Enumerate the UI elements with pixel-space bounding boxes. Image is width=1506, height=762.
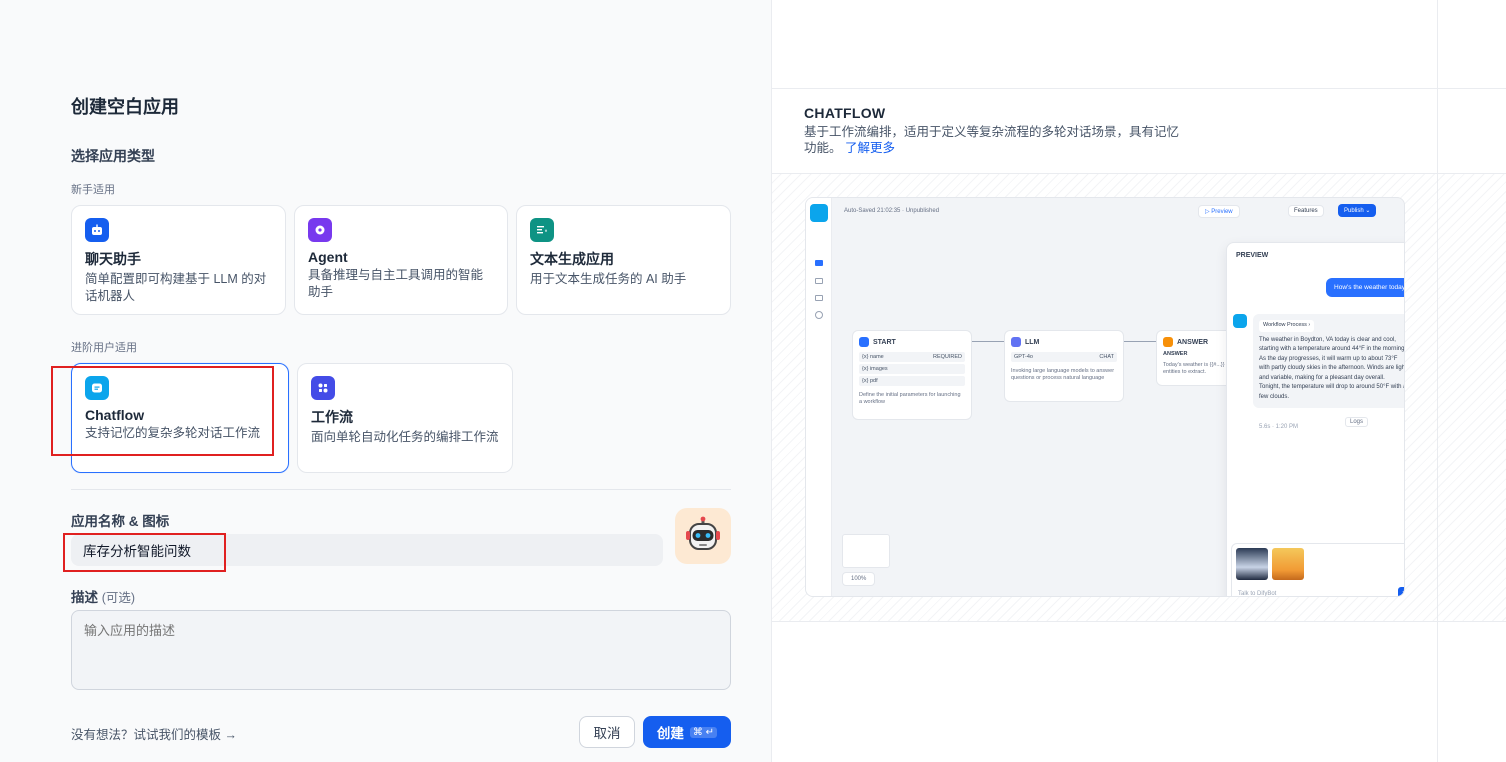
desc-label-text: 描述: [71, 590, 98, 605]
mock-nav-icon: [815, 278, 823, 284]
mock-minimap: [842, 534, 890, 568]
app-type-card-chatbot[interactable]: 聊天助手 简单配置即可构建基于 LLM 的对话机器人: [71, 205, 286, 315]
logs-button: Logs: [1345, 417, 1369, 427]
mock-bot-avatar: [1233, 314, 1247, 328]
app-name-label: 应用名称 & 图标: [71, 514, 170, 529]
node-desc: Invoking large language models to answer…: [1011, 368, 1115, 381]
node-desc: Today's weather is {{#...}} entities to …: [1163, 362, 1225, 375]
node-var-row: {x} images: [859, 364, 965, 374]
mock-nav-icon: [815, 295, 823, 301]
mock-start-node: START {x} name REQUIRED {x} images {x} pd…: [852, 330, 972, 420]
app-type-card-chatflow[interactable]: Chatflow 支持记忆的复杂多轮对话工作流: [71, 363, 289, 473]
desc-label: 描述 (可选): [71, 586, 135, 606]
node-model-row: GPT-4o CHAT: [1011, 352, 1117, 362]
beginner-label: 新手适用: [71, 184, 115, 196]
robot-avatar-icon: [686, 516, 720, 550]
workflow-process-tag: Workflow Process ›: [1259, 320, 1315, 332]
app-type-desc: 具备推理与自主工具调用的智能助手: [308, 268, 484, 299]
mock-features-button: Features: [1288, 205, 1324, 217]
learn-more-link[interactable]: 了解更多: [845, 141, 895, 155]
create-app-form: 创建空白应用 选择应用类型 新手适用 聊天助手 简单配置即可构建基于 LLM 的…: [0, 0, 771, 762]
app-type-card-agent[interactable]: Agent 具备推理与自主工具调用的智能助手: [294, 205, 508, 315]
node-desc: Define the initial parameters for launch…: [859, 392, 961, 405]
app-type-name: Chatflow: [85, 407, 145, 423]
mock-chat-input: Talk to DifyBot ➤: [1231, 543, 1404, 597]
node-var: {x} pdf: [862, 378, 878, 384]
mock-user-message: How's the weather today: [1326, 278, 1404, 297]
cancel-button[interactable]: 取消: [579, 716, 635, 748]
app-type-desc: 面向单轮自动化任务的编排工作流: [311, 430, 499, 444]
grid-line: [772, 88, 1506, 89]
template-link[interactable]: 没有想法？试试我们的模板 →: [71, 724, 237, 743]
grid-line: [772, 621, 1506, 622]
chatflow-icon: [85, 376, 109, 400]
mock-nav-icon: [815, 260, 823, 266]
app-type-name: Agent: [308, 249, 348, 265]
mock-answer-node: ANSWER ANSWER Today's weather is {{#...}…: [1156, 330, 1236, 386]
home-icon: [859, 337, 869, 347]
divider: [71, 489, 731, 490]
app-name-input[interactable]: [71, 534, 663, 566]
dialog-title: 创建空白应用: [71, 97, 179, 117]
text-gen-icon: [530, 218, 554, 242]
node-title: LLM: [1025, 338, 1040, 346]
node-label: ANSWER: [1163, 351, 1188, 357]
app-icon-picker[interactable]: [675, 508, 731, 564]
advanced-label: 进阶用户适用: [71, 342, 137, 354]
edge: [1124, 341, 1156, 342]
attachment-image: [1236, 548, 1268, 580]
preview-type-desc: 基于工作流编排，适用于定义等复杂流程的多轮对话场景，具有记忆功能。 了解更多: [804, 124, 1184, 156]
bot-message-text: The weather in Boydton, VA today is clea…: [1259, 336, 1405, 400]
app-type-card-workflow[interactable]: 工作流 面向单轮自动化任务的编排工作流: [297, 363, 513, 473]
create-button-label: 创建: [656, 726, 684, 741]
mock-sidebar: [806, 198, 832, 596]
chat-bot-icon: [85, 218, 109, 242]
app-type-name: 工作流: [311, 409, 353, 425]
node-model: GPT-4o: [1014, 354, 1033, 360]
app-type-name: 文本生成应用: [530, 251, 614, 267]
node-var-row: {x} pdf: [859, 376, 965, 386]
app-type-name: 聊天助手: [85, 251, 141, 267]
mock-preview-button: ▷ Preview: [1198, 205, 1240, 218]
app-type-card-text-generator[interactable]: 文本生成应用 用于文本生成任务的 AI 助手: [516, 205, 731, 315]
create-shortcut: ⌘ ↵: [689, 726, 718, 738]
preview-title: PREVIEW: [1236, 252, 1269, 259]
llm-icon: [1011, 337, 1021, 347]
mock-preview-panel: PREVIEW × How's the weather today Workfl…: [1226, 242, 1405, 597]
node-title: START: [873, 338, 896, 346]
answer-icon: [1163, 337, 1173, 347]
mock-publish-button: Publish ⌄: [1338, 204, 1377, 217]
preview-type-title: CHATFLOW: [804, 105, 886, 121]
app-type-desc: 简单配置即可构建基于 LLM 的对话机器人: [85, 272, 267, 303]
mock-app-icon: [810, 204, 828, 222]
node-var: {x} name: [862, 354, 884, 360]
create-button[interactable]: 创建 ⌘ ↵: [643, 716, 731, 748]
send-icon: ➤: [1398, 587, 1404, 596]
mock-zoom: 100%: [842, 572, 876, 586]
model-tag: CHAT: [1099, 354, 1114, 360]
mock-autosave: Auto-Saved 21:02:35 · Unpublished: [844, 208, 940, 214]
chatflow-preview-image: Auto-Saved 21:02:35 · Unpublished ▷ Prev…: [805, 197, 1405, 597]
app-type-desc: 支持记忆的复杂多轮对话工作流: [85, 426, 261, 440]
mock-bot-message: Workflow Process › The weather in Boydto…: [1253, 314, 1405, 408]
required-tag: REQUIRED: [932, 354, 962, 360]
edge: [972, 341, 1004, 342]
node-var-row: {x} name REQUIRED: [859, 352, 965, 362]
node-var: {x} images: [862, 366, 888, 372]
mock-nav-icon: [815, 311, 823, 319]
app-type-desc: 用于文本生成任务的 AI 助手: [530, 272, 687, 286]
type-preview-panel: CHATFLOW 基于工作流编排，适用于定义等复杂流程的多轮对话场景，具有记忆功…: [771, 0, 1506, 762]
app-description-input[interactable]: [71, 610, 731, 690]
bot-time: 5.6s · 1:20 PM: [1259, 424, 1299, 430]
agent-brain-icon: [308, 218, 332, 242]
chat-placeholder: Talk to DifyBot: [1238, 591, 1277, 597]
node-title: ANSWER: [1177, 338, 1209, 346]
mock-llm-node: LLM GPT-4o CHAT Invoking large language m…: [1004, 330, 1124, 402]
attachment-image: [1272, 548, 1304, 580]
desc-optional-hint: (可选): [101, 591, 136, 605]
choose-type-label: 选择应用类型: [71, 148, 155, 164]
workflow-icon: [311, 376, 335, 400]
